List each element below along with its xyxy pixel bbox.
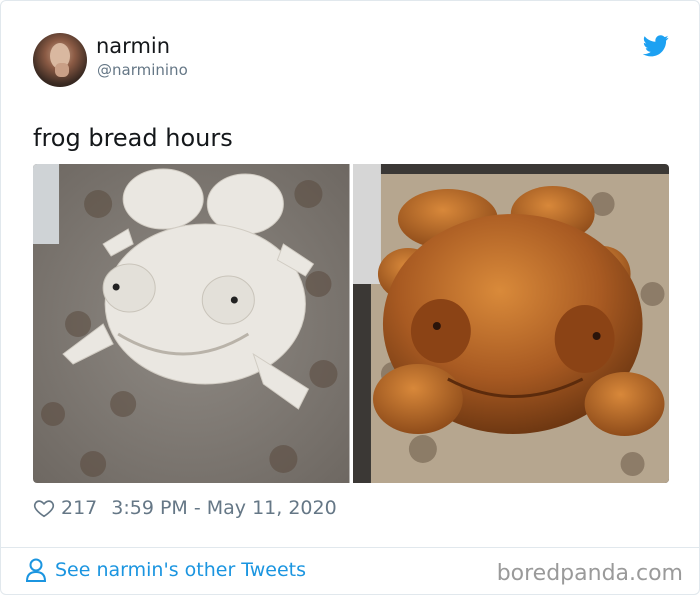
tweet-card: narmin @narminino frog bread hours 217 3… <box>0 0 700 595</box>
author-handle[interactable]: @narminino <box>97 61 188 79</box>
see-other-tweets-label: See narmin's other Tweets <box>55 559 307 581</box>
tweet-meta: 217 3:59 PM - May 11, 2020 <box>33 494 337 522</box>
like-count[interactable]: 217 <box>61 497 97 519</box>
watermark: boredpanda.com <box>496 561 683 586</box>
tweet-timestamp[interactable]: 3:59 PM - May 11, 2020 <box>111 497 336 519</box>
tweet-media[interactable] <box>33 164 669 483</box>
frog-dough-unbaked-photo[interactable] <box>33 164 350 483</box>
footer-divider <box>1 547 699 548</box>
twitter-bird-icon[interactable] <box>643 35 669 57</box>
heart-icon[interactable] <box>33 497 55 519</box>
avatar[interactable] <box>33 33 87 87</box>
tweet-text: frog bread hours <box>33 124 233 152</box>
person-icon <box>25 558 47 582</box>
see-other-tweets-link[interactable]: See narmin's other Tweets <box>25 557 306 583</box>
author-name[interactable]: narmin <box>96 34 170 58</box>
frog-bread-baked-photo[interactable] <box>352 164 669 483</box>
avatar-hand <box>55 63 69 77</box>
